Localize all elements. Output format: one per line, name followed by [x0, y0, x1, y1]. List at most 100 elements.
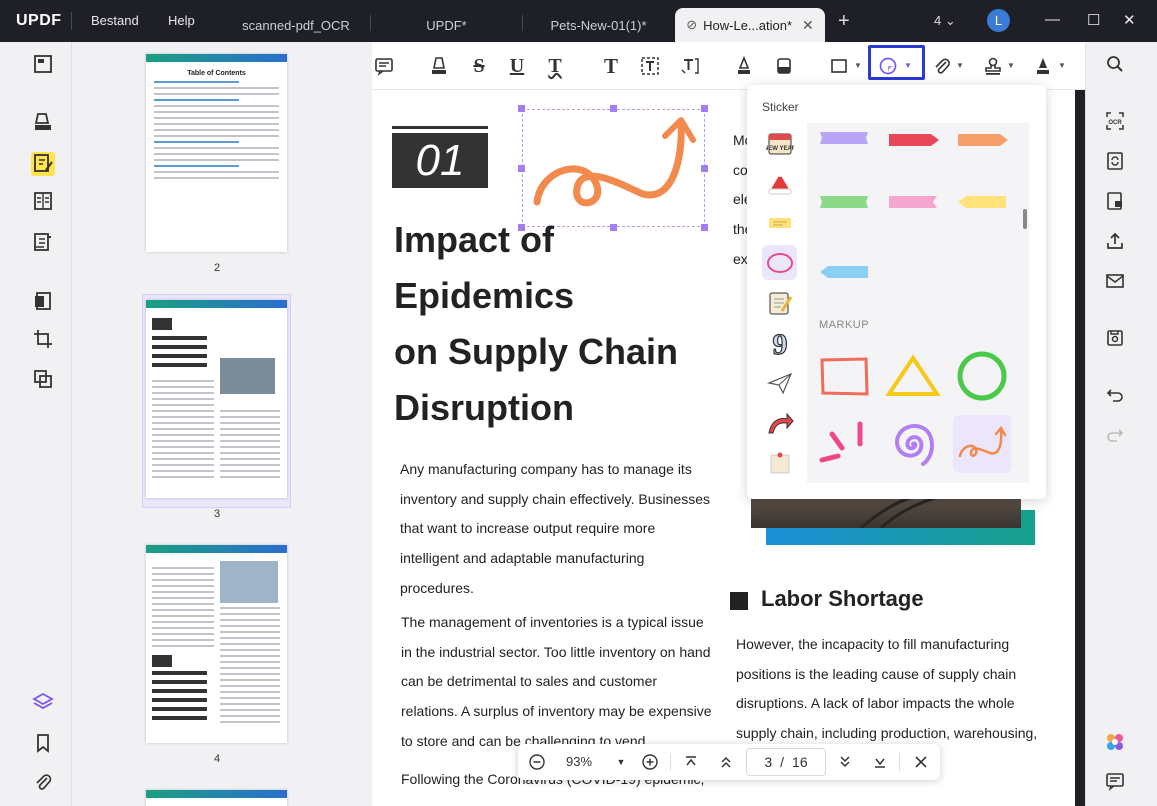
chevron-down-icon[interactable]: ▼ — [1007, 61, 1015, 70]
resize-handle[interactable] — [518, 165, 525, 172]
chevron-down-icon[interactable]: ▼ — [1058, 61, 1066, 70]
zoom-level[interactable]: 93% — [566, 754, 592, 769]
squiggly-icon[interactable]: T — [543, 55, 567, 77]
strikethrough-icon[interactable]: S — [467, 55, 491, 77]
comment-tool-icon[interactable] — [31, 110, 55, 134]
eraser-icon[interactable] — [772, 55, 796, 77]
page-number-input[interactable]: 3 / 16 — [746, 748, 826, 776]
tab-how-le-ation[interactable]: ⊘ How-Le...ation* ✕ — [675, 8, 825, 42]
sticker-tape-pink[interactable] — [884, 173, 942, 231]
swirl-arrow-sticker[interactable] — [523, 110, 706, 228]
sticker-markup-swirl-arrow[interactable] — [953, 415, 1011, 473]
selected-sticker-bounds[interactable] — [522, 109, 705, 227]
avatar[interactable]: L — [987, 9, 1010, 32]
sticker-tape-green[interactable] — [815, 173, 873, 231]
tab-updf[interactable]: UPDF* — [374, 8, 519, 42]
zoom-out-icon[interactable] — [526, 751, 548, 773]
sticker-markup-spiral[interactable] — [884, 415, 942, 473]
redo-icon[interactable] — [1103, 423, 1127, 447]
tab-count-dropdown[interactable]: 4 ⌄ — [934, 13, 956, 29]
menu-help[interactable]: Help — [168, 13, 195, 28]
page-thumbnail[interactable] — [146, 790, 287, 806]
sticker-icon[interactable] — [876, 55, 900, 77]
layers-icon[interactable] — [31, 367, 55, 391]
close-navbar-icon[interactable] — [910, 751, 932, 773]
sticker-tape-purple[interactable] — [815, 123, 873, 161]
text-icon[interactable]: T — [599, 54, 623, 78]
signature-icon[interactable] — [1031, 55, 1055, 77]
zoom-in-icon[interactable] — [639, 751, 661, 773]
ocr-icon[interactable]: OCR — [1103, 109, 1127, 133]
sticker-category-notes[interactable] — [762, 205, 797, 240]
reader-icon[interactable] — [31, 52, 55, 76]
sticker-tape-blue[interactable] — [815, 243, 873, 301]
chevron-down-icon[interactable]: ▼ — [956, 61, 964, 70]
page-tools-icon[interactable] — [31, 289, 55, 313]
resize-handle[interactable] — [701, 105, 708, 112]
sticker-tape-orange[interactable] — [953, 123, 1011, 161]
sticker-markup-emphasis[interactable] — [815, 415, 873, 473]
stack-icon[interactable] — [31, 690, 55, 714]
previous-page-icon[interactable] — [715, 751, 737, 773]
undo-icon[interactable] — [1103, 383, 1127, 407]
edit-pdf-icon[interactable] — [31, 151, 55, 175]
first-page-icon[interactable] — [680, 751, 702, 773]
pencil-icon[interactable] — [732, 55, 756, 77]
attach-file-icon[interactable] — [930, 55, 954, 77]
attachment-icon[interactable] — [31, 770, 55, 794]
save-icon[interactable] — [1103, 326, 1127, 350]
sticker-category-holiday[interactable] — [762, 165, 797, 200]
page-thumbnail-current[interactable] — [146, 300, 287, 498]
close-window-icon[interactable]: ✕ — [1123, 11, 1136, 29]
sticker-category-paper-plane[interactable] — [762, 365, 797, 400]
stamp-icon[interactable] — [981, 55, 1005, 77]
resize-handle[interactable] — [701, 165, 708, 172]
zoom-dropdown-icon[interactable]: ▼ — [610, 751, 632, 773]
highlighter-icon[interactable] — [427, 55, 451, 77]
sticker-category-pinned-note[interactable] — [762, 445, 797, 480]
resize-handle[interactable] — [701, 224, 708, 231]
sticker-markup-circle[interactable] — [953, 347, 1011, 405]
convert-icon[interactable] — [1103, 149, 1127, 173]
minimize-icon[interactable]: — — [1045, 11, 1060, 28]
resize-handle[interactable] — [610, 105, 617, 112]
ai-assistant-icon[interactable] — [1103, 730, 1127, 754]
chevron-down-icon[interactable]: ▼ — [854, 61, 862, 70]
new-tab-button[interactable]: + — [838, 10, 850, 33]
maximize-icon[interactable]: ☐ — [1087, 11, 1100, 29]
note-icon[interactable] — [372, 55, 396, 77]
shape-rectangle-icon[interactable] — [827, 55, 851, 77]
sticker-category-calendar[interactable]: NEW YEAR — [762, 125, 797, 160]
sticker-markup-rectangle[interactable] — [815, 347, 873, 405]
last-page-icon[interactable] — [869, 751, 891, 773]
sticker-category-markup[interactable] — [762, 245, 797, 280]
resize-handle[interactable] — [518, 105, 525, 112]
organize-pages-icon[interactable] — [31, 189, 55, 213]
sticker-category-arrows[interactable] — [762, 405, 797, 440]
chevron-down-icon[interactable]: ▼ — [904, 61, 912, 70]
sticker-markup-triangle[interactable] — [884, 347, 942, 405]
page-thumbnail[interactable] — [146, 545, 287, 743]
tab-scanned-pdf-ocr[interactable]: scanned-pdf_OCR — [226, 8, 366, 42]
tab-pets-new[interactable]: Pets-New-01(1)* — [526, 8, 671, 42]
sticker-tape-red[interactable] — [884, 123, 942, 161]
crop-icon[interactable] — [31, 327, 55, 351]
sticker-category-notepad[interactable] — [762, 285, 797, 320]
close-tab-icon[interactable]: ✕ — [802, 17, 814, 34]
sticker-panel-scrollbar[interactable] — [1023, 209, 1027, 229]
underline-icon[interactable]: U — [505, 55, 529, 77]
page-thumbnail[interactable]: Table of Contents — [146, 54, 287, 252]
bookmark-icon[interactable] — [31, 731, 55, 755]
email-icon[interactable] — [1103, 269, 1127, 293]
menu-bestand[interactable]: Bestand — [91, 13, 139, 28]
text-callout-icon[interactable] — [678, 55, 702, 77]
text-box-icon[interactable] — [638, 55, 662, 77]
protect-icon[interactable] — [1103, 189, 1127, 213]
comments-icon[interactable] — [1103, 769, 1127, 793]
sticker-tape-yellow[interactable] — [953, 173, 1011, 231]
search-icon[interactable] — [1103, 52, 1127, 76]
form-icon[interactable] — [31, 230, 55, 254]
next-page-icon[interactable] — [834, 751, 856, 773]
sticker-category-numbers[interactable]: 9 — [762, 325, 797, 360]
share-icon[interactable] — [1103, 229, 1127, 253]
